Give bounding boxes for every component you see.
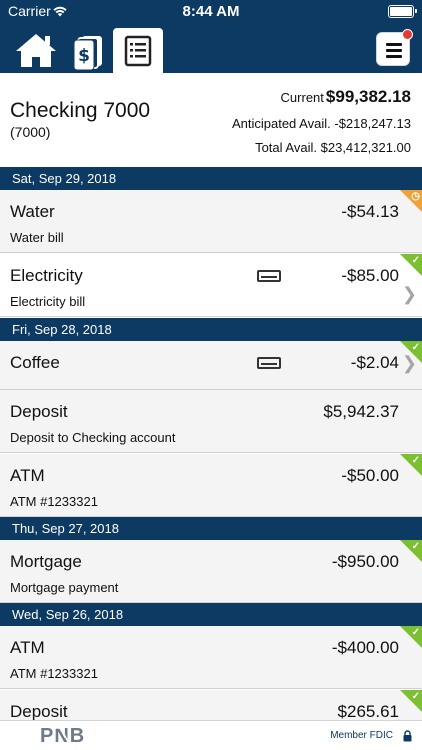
top-bar: Carrier 8:44 AM $ [0, 0, 422, 73]
cleared-status-badge: ✓ [400, 254, 422, 276]
cleared-status-badge: ✓ [400, 626, 422, 648]
svg-text:$: $ [78, 46, 90, 66]
chevron-right-icon: ❯ [401, 284, 417, 304]
transaction-amount: $5,942.37 [323, 402, 399, 421]
cleared-status-badge: ✓ [400, 690, 422, 712]
transaction-subtitle: Mortgage payment [10, 580, 119, 595]
tab-home[interactable] [12, 28, 60, 73]
transaction-subtitle: Deposit to Checking account [10, 430, 176, 445]
transaction-subtitle: ATM #1233321 [10, 494, 98, 509]
menu-button[interactable] [376, 29, 413, 66]
transaction-amount: -$50.00 [341, 466, 399, 485]
total-balance-label: Total Avail. [255, 140, 317, 155]
anticipated-balance-label: Anticipated Avail. [231, 116, 331, 131]
transaction-row[interactable]: ATM ATM #1233321 -$50.00 ✓ [0, 454, 422, 517]
checkmark-icon: ✓ [411, 541, 420, 552]
notification-dot [402, 29, 413, 40]
transaction-amount: -$400.00 [331, 638, 399, 657]
date-header: Thu, Sep 27, 2018 [0, 517, 422, 540]
date-header: Wed, Sep 26, 2018 [0, 603, 422, 626]
cleared-status-badge: ✓ [400, 454, 422, 476]
transaction-subtitle: ATM #1233321 [10, 666, 98, 681]
clock: 8:44 AM [182, 3, 240, 20]
transaction-row[interactable]: Electricity Electricity bill -$85.00 ❯ ✓ [0, 254, 422, 317]
current-balance: Current $99,382.18 [281, 87, 411, 107]
card-icon [257, 270, 281, 282]
current-balance-label: Current [280, 90, 324, 105]
member-fdic-label: Member FDIC [330, 730, 393, 741]
account-summary: Checking 7000 (7000) Current $99,382.18 A… [0, 73, 422, 167]
transaction-amount: -$950.00 [331, 552, 399, 571]
current-balance-value: $99,382.18 [325, 87, 411, 106]
account-number: (7000) [10, 124, 51, 140]
transaction-amount: -$54.13 [341, 202, 399, 221]
transaction-amount: -$85.00 [341, 266, 399, 285]
total-balance-value: $23,412,321.00 [320, 140, 411, 155]
account-name: Checking 7000 [10, 99, 151, 122]
cleared-status-badge: ✓ [400, 341, 422, 363]
anticipated-balance: Anticipated Avail. -$218,247.13 [232, 116, 411, 131]
total-balance: Total Avail. $23,412,321.00 [255, 140, 411, 155]
pnb-logo: PNB [40, 724, 96, 750]
checkmark-icon: ✓ [411, 455, 420, 466]
transaction-title: Coffee [10, 353, 60, 372]
checkmark-icon: ✓ [411, 342, 420, 353]
transaction-row[interactable]: Deposit $265.61 ✓ [0, 690, 422, 720]
transaction-title: Deposit [10, 702, 68, 720]
battery-icon [388, 5, 417, 18]
footer: PNB Member FDIC [0, 720, 422, 750]
transaction-row[interactable]: Coffee -$2.04 ❯ ✓ [0, 341, 422, 390]
svg-text:PNB: PNB [40, 725, 85, 746]
transaction-row[interactable]: Mortgage Mortgage payment -$950.00 ✓ [0, 540, 422, 603]
cleared-status-badge: ✓ [400, 540, 422, 562]
transaction-list[interactable]: Sat, Sep 29, 2018 Water Water bill -$54.… [0, 167, 422, 720]
transaction-row[interactable]: Deposit Deposit to Checking account $5,9… [0, 390, 422, 453]
transaction-row[interactable]: Water Water bill -$54.13 ◷ [0, 190, 422, 253]
date-header: Sat, Sep 29, 2018 [0, 167, 422, 190]
transaction-subtitle: Water bill [10, 230, 64, 245]
date-header: Fri, Sep 28, 2018 [0, 318, 422, 341]
checkmark-icon: ✓ [411, 691, 420, 702]
clock-icon: ◷ [411, 191, 420, 202]
transaction-title: Electricity [10, 266, 83, 285]
transaction-row[interactable]: ATM ATM #1233321 -$400.00 ✓ [0, 626, 422, 689]
transaction-title: Mortgage [10, 552, 82, 571]
lock-icon [403, 729, 412, 747]
checkmark-icon: ✓ [411, 627, 420, 638]
transaction-amount: $265.61 [337, 702, 399, 720]
status-bar: Carrier 8:44 AM [0, 0, 422, 24]
transaction-title: ATM [10, 466, 45, 485]
anticipated-balance-value: -$218,247.13 [334, 116, 411, 131]
transaction-title: Water [10, 202, 55, 221]
transaction-title: ATM [10, 638, 45, 657]
tab-register[interactable] [113, 28, 163, 73]
pending-status-badge: ◷ [400, 190, 422, 212]
transaction-title: Deposit [10, 402, 68, 421]
tab-accounts[interactable]: $ [64, 28, 112, 73]
card-icon [257, 357, 281, 369]
transaction-subtitle: Electricity bill [10, 294, 86, 309]
checkmark-icon: ✓ [411, 255, 420, 266]
transaction-amount: -$2.04 [350, 353, 399, 372]
